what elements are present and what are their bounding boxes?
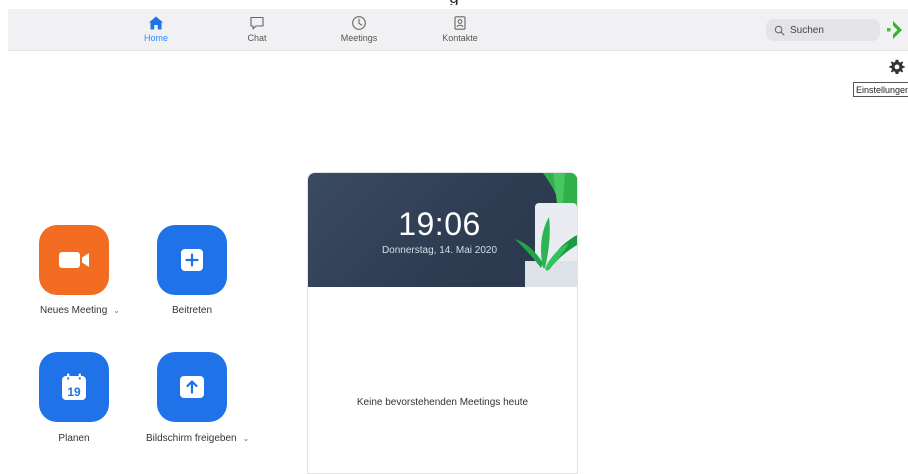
new-meeting-button[interactable] [39,225,109,295]
join-button[interactable] [157,225,227,295]
tab-home-label: Home [143,33,168,43]
home-icon [149,16,163,30]
brand-logo-icon[interactable] [886,19,906,41]
join-label: Beitreten [171,305,213,316]
settings-tooltip: Einstellungen [853,82,908,97]
top-navigation-bar: Home Chat Meetings Kontakte [8,9,908,51]
schedule-button[interactable]: 19 [39,352,109,422]
search-icon [774,25,785,35]
upcoming-meetings-card: 19:06 Donnerstag, 14. Mai 2020 Keine bev… [307,172,578,474]
clock-icon [352,16,366,30]
tab-meetings-label: Meetings [340,33,378,43]
video-camera-icon [59,252,89,268]
tab-contacts[interactable]: Kontakte [425,9,495,50]
gear-icon[interactable] [889,59,905,75]
share-screen-label-row[interactable]: Bildschirm freigeben ⌄ [146,433,249,444]
tab-chat-label: Chat [247,33,267,43]
tab-chat[interactable]: Chat [222,9,292,50]
calendar-icon: 19 [62,373,86,400]
window-title-fragment: g [0,0,908,5]
tab-home[interactable]: Home [121,9,191,50]
contacts-icon [454,16,466,30]
chat-icon [250,16,264,30]
schedule-label: Planen [58,433,90,444]
share-screen-label: Bildschirm freigeben [146,433,237,444]
tab-contacts-label: Kontakte [442,33,478,43]
share-screen-button[interactable] [157,352,227,422]
current-time: 19:06 [398,206,481,242]
new-meeting-label: Neues Meeting [40,305,108,316]
calendar-day-number: 19 [67,385,81,399]
chevron-down-icon[interactable]: ⌄ [113,306,120,315]
search-input[interactable] [790,24,870,36]
search-box[interactable] [766,19,880,41]
no-meetings-message: Keine bevorstehenden Meetings heute [356,397,529,408]
new-meeting-label-row[interactable]: Neues Meeting ⌄ [40,305,120,316]
share-up-arrow-icon [180,376,204,398]
tab-meetings[interactable]: Meetings [324,9,394,50]
chevron-down-icon[interactable]: ⌄ [243,434,250,443]
clock-banner: 19:06 Donnerstag, 14. Mai 2020 [308,173,577,287]
current-date: Donnerstag, 14. Mai 2020 [381,245,498,256]
plus-icon [181,249,203,271]
